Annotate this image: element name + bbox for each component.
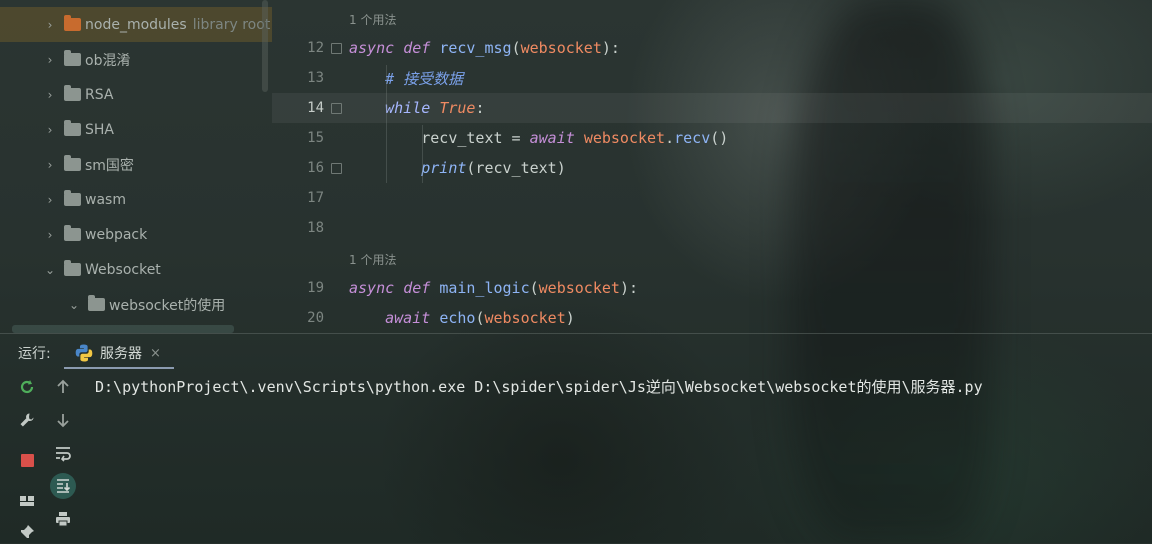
code-line-18[interactable]: 18 <box>272 213 1152 243</box>
fold-icon[interactable] <box>331 42 342 54</box>
usage-hint[interactable]: 1 个用法 <box>349 11 396 28</box>
tree-item-ob[interactable]: › ob混淆 <box>0 42 272 77</box>
line-number: 17 <box>307 190 324 206</box>
chevron-right-icon[interactable]: › <box>44 193 56 207</box>
tree-item-partial <box>12 325 234 333</box>
folder-icon <box>88 295 105 311</box>
code-editor[interactable]: 1 个用法 12 async def recv_msg(websocket): … <box>272 0 1152 333</box>
folder-icon <box>64 190 81 206</box>
code-text: recv_text = await websocket.recv() <box>421 129 729 147</box>
line-number: 20 <box>307 310 324 326</box>
chevron-right-icon[interactable]: › <box>44 53 56 67</box>
tree-item-label: websocket的使用 <box>109 297 226 314</box>
tree-item-rsa[interactable]: › RSA <box>0 77 272 112</box>
stop-icon[interactable] <box>14 447 40 473</box>
code-line-12[interactable]: 12 async def recv_msg(websocket): <box>272 33 1152 63</box>
fold-icon[interactable] <box>331 102 342 114</box>
chevron-right-icon[interactable]: › <box>44 123 56 137</box>
tree-item-sha[interactable]: › SHA <box>0 112 272 147</box>
chevron-down-icon[interactable]: ⌄ <box>68 298 80 312</box>
tree-item-label: sm国密 <box>85 157 134 174</box>
line-number: 19 <box>307 280 324 296</box>
line-number: 15 <box>307 130 324 146</box>
code-text: while True: <box>385 99 485 117</box>
line-number: 14 <box>307 100 324 116</box>
soft-wrap-icon[interactable] <box>50 440 76 466</box>
rerun-icon[interactable] <box>14 374 40 400</box>
tree-item-label: ob混淆 <box>85 52 131 69</box>
line-number: 16 <box>307 160 324 176</box>
chevron-right-icon[interactable]: › <box>44 88 56 102</box>
close-icon[interactable]: × <box>150 346 161 361</box>
indent-guide <box>422 125 423 183</box>
tree-item-wasm[interactable]: › wasm <box>0 182 272 217</box>
tree-item-websocket[interactable]: ⌄ Websocket <box>0 252 272 287</box>
code-line-13[interactable]: 13 # 接受数据 <box>272 63 1152 93</box>
code-text: await echo(websocket) <box>385 309 575 327</box>
line-number: 12 <box>307 40 324 56</box>
folder-icon <box>64 50 81 66</box>
wrench-icon[interactable] <box>14 407 40 433</box>
chevron-right-icon[interactable]: › <box>44 18 56 32</box>
tree-item-node-modules[interactable]: › node_modules library root <box>0 7 272 42</box>
tree-item-websocket-usage[interactable]: ⌄ websocket的使用 <box>0 287 272 322</box>
project-tree: › node_modules library root › ob混淆 › RSA… <box>0 0 272 333</box>
code-text: # 接受数据 <box>385 69 464 88</box>
down-arrow-icon[interactable] <box>50 407 76 433</box>
folder-icon <box>64 260 81 276</box>
code-line-17[interactable]: 17 <box>272 183 1152 213</box>
folder-icon <box>64 85 81 101</box>
indent-guide <box>386 65 387 183</box>
code-text: print(recv_text) <box>421 159 566 177</box>
tree-item-label: node_modules <box>85 16 187 33</box>
code-text: async def recv_msg(websocket): <box>349 39 620 57</box>
tab-label: 服务器 <box>100 346 142 362</box>
run-panel-header: 运行: 服务器 × <box>0 334 1152 370</box>
chevron-down-icon[interactable]: ⌄ <box>44 263 56 277</box>
layout-icon[interactable] <box>14 488 40 514</box>
tree-item-sm[interactable]: › sm国密 <box>0 147 272 182</box>
scroll-to-end-icon[interactable] <box>50 473 76 499</box>
code-line-15[interactable]: 15 recv_text = await websocket.recv() <box>272 123 1152 153</box>
code-line-19[interactable]: 19 async def main_logic(websocket): <box>272 273 1152 303</box>
library-root-label: library root <box>192 16 271 33</box>
tree-item-label: RSA <box>85 86 114 103</box>
line-number: 18 <box>307 220 324 236</box>
run-panel-title: 运行: <box>18 346 51 362</box>
code-line-16[interactable]: 16 print(recv_text) <box>272 153 1152 183</box>
folder-icon <box>64 155 81 171</box>
code-line-14[interactable]: 14 while True: <box>272 93 1152 123</box>
folder-icon <box>64 225 81 241</box>
tree-item-label: SHA <box>85 121 114 138</box>
tree-item-webpack[interactable]: › webpack <box>0 217 272 252</box>
chevron-right-icon[interactable]: › <box>44 158 56 172</box>
active-tab-indicator <box>64 367 174 369</box>
run-panel: 运行: 服务器 × D:\pythonProject\.venv\Scripts… <box>0 333 1152 544</box>
chevron-right-icon[interactable]: › <box>44 228 56 242</box>
folder-icon <box>64 120 81 136</box>
line-number: 13 <box>307 70 324 86</box>
tree-scrollbar[interactable] <box>262 0 268 92</box>
usage-hint[interactable]: 1 个用法 <box>349 251 396 268</box>
tree-item-label: webpack <box>85 226 148 243</box>
tab-server[interactable]: 服务器 × <box>74 340 161 366</box>
code-text: async def main_logic(websocket): <box>349 279 638 297</box>
up-arrow-icon[interactable] <box>50 374 76 400</box>
tree-item-label: Websocket <box>85 261 161 278</box>
code-line-20[interactable]: 20 await echo(websocket) <box>272 303 1152 333</box>
pin-icon[interactable] <box>14 524 40 540</box>
tree-item-label: wasm <box>85 191 126 208</box>
print-icon[interactable] <box>50 506 76 532</box>
console-output-line[interactable]: D:\pythonProject\.venv\Scripts\python.ex… <box>95 376 983 397</box>
python-icon <box>75 344 93 362</box>
fold-icon[interactable] <box>331 162 342 174</box>
folder-icon <box>64 15 81 31</box>
